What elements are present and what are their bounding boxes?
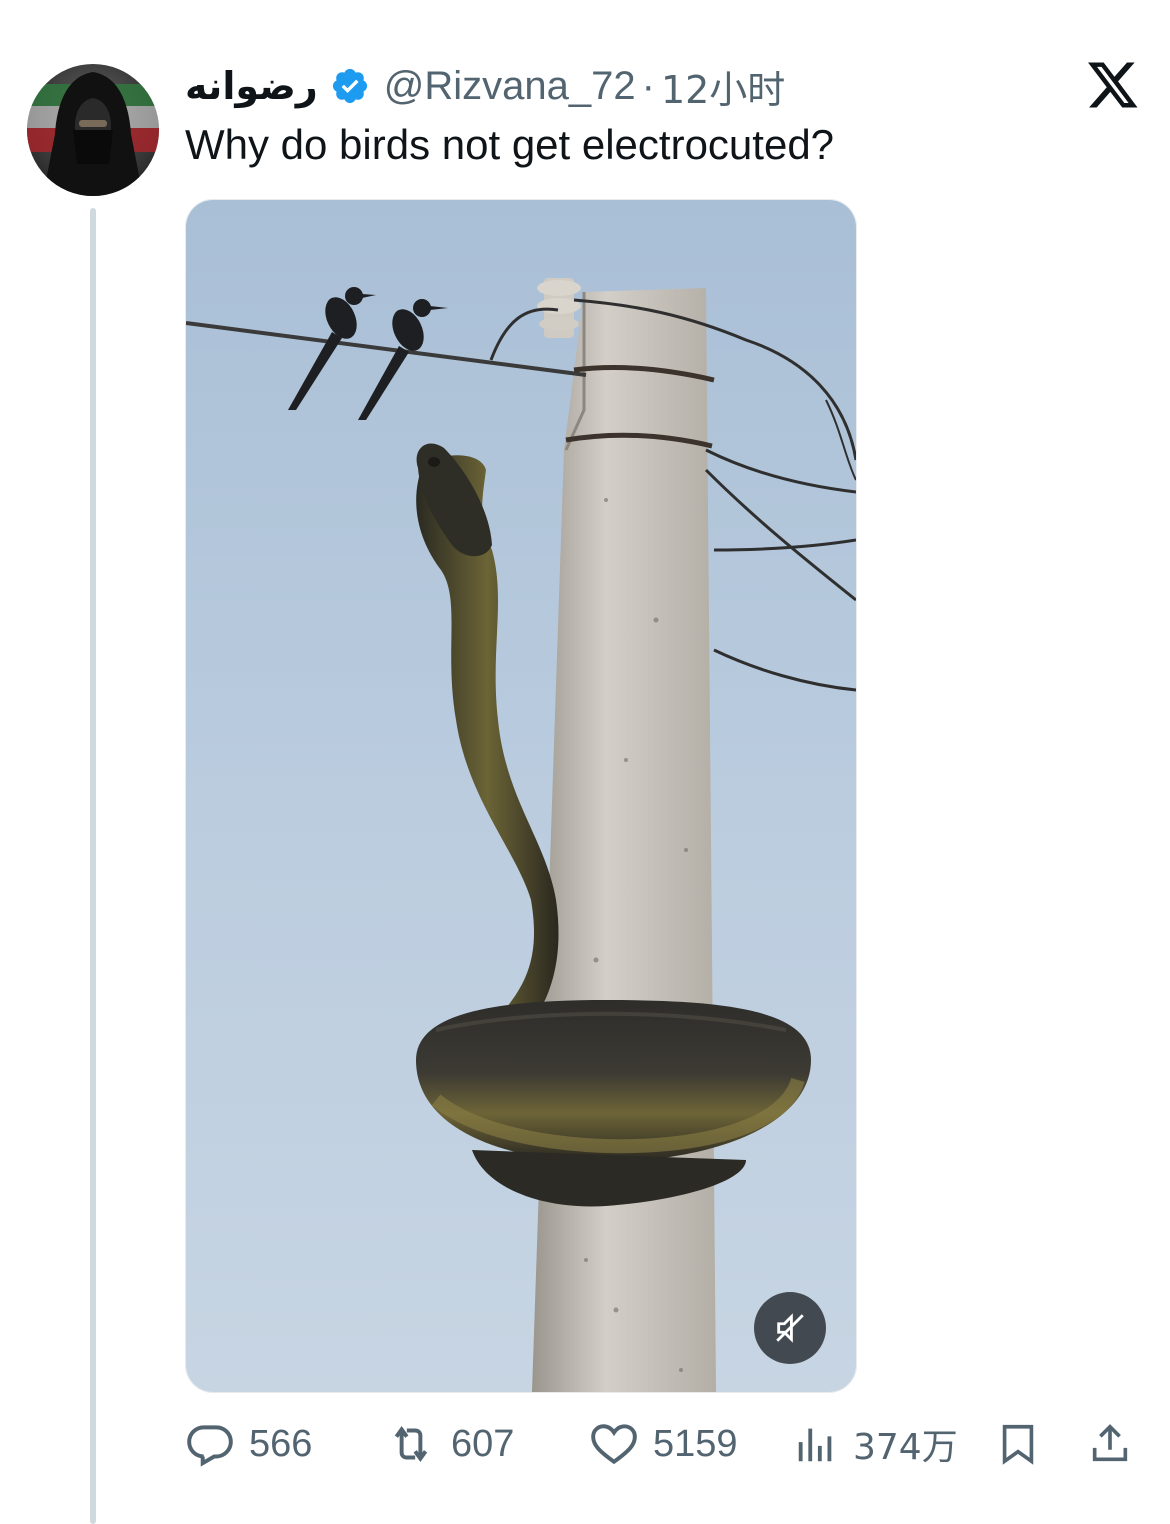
video-frame-snake-on-pole	[186, 200, 856, 1392]
share-button[interactable]	[1087, 1412, 1133, 1476]
verified-badge-icon	[332, 68, 367, 104]
tweet-video[interactable]	[185, 199, 857, 1393]
like-button[interactable]: 5159	[589, 1412, 738, 1476]
bookmark-icon	[1002, 1424, 1034, 1465]
reply-button[interactable]: 566	[185, 1412, 312, 1476]
x-logo-icon	[1088, 62, 1138, 108]
unmute-button[interactable]	[754, 1292, 826, 1364]
views-button[interactable]: 374万	[793, 1412, 958, 1476]
reply-count: 566	[249, 1422, 313, 1465]
tweet-text: Why do birds not get electrocuted?	[185, 121, 835, 168]
share-upload-icon	[1092, 1424, 1128, 1462]
like-count: 5159	[653, 1422, 738, 1465]
retweet-arrows-icon	[394, 1426, 428, 1462]
reply-bubble-icon	[187, 1425, 233, 1467]
retweet-button[interactable]: 607	[385, 1412, 514, 1476]
bookmark-button[interactable]	[995, 1412, 1041, 1476]
tweet-action-bar: 566 607 5159 374万	[185, 1412, 1145, 1476]
muted-speaker-icon	[776, 1313, 804, 1343]
thread-connector-line	[90, 208, 96, 1524]
author-display-name[interactable]: رضوانه	[185, 64, 318, 108]
tweet-header: رضوانه @Rizvana_72 · 12小时	[185, 58, 785, 114]
author-handle[interactable]: @Rizvana_72	[384, 64, 636, 109]
author-avatar[interactable]	[27, 64, 159, 196]
separator-dot: ·	[641, 63, 655, 108]
heart-icon	[591, 1424, 637, 1465]
views-bar-chart-icon	[798, 1428, 832, 1462]
retweet-count: 607	[451, 1422, 515, 1465]
tweet-timestamp[interactable]: 12小时	[661, 59, 785, 114]
hooded-figure-avatar-icon	[27, 64, 159, 196]
views-count: 374万	[853, 1427, 958, 1468]
